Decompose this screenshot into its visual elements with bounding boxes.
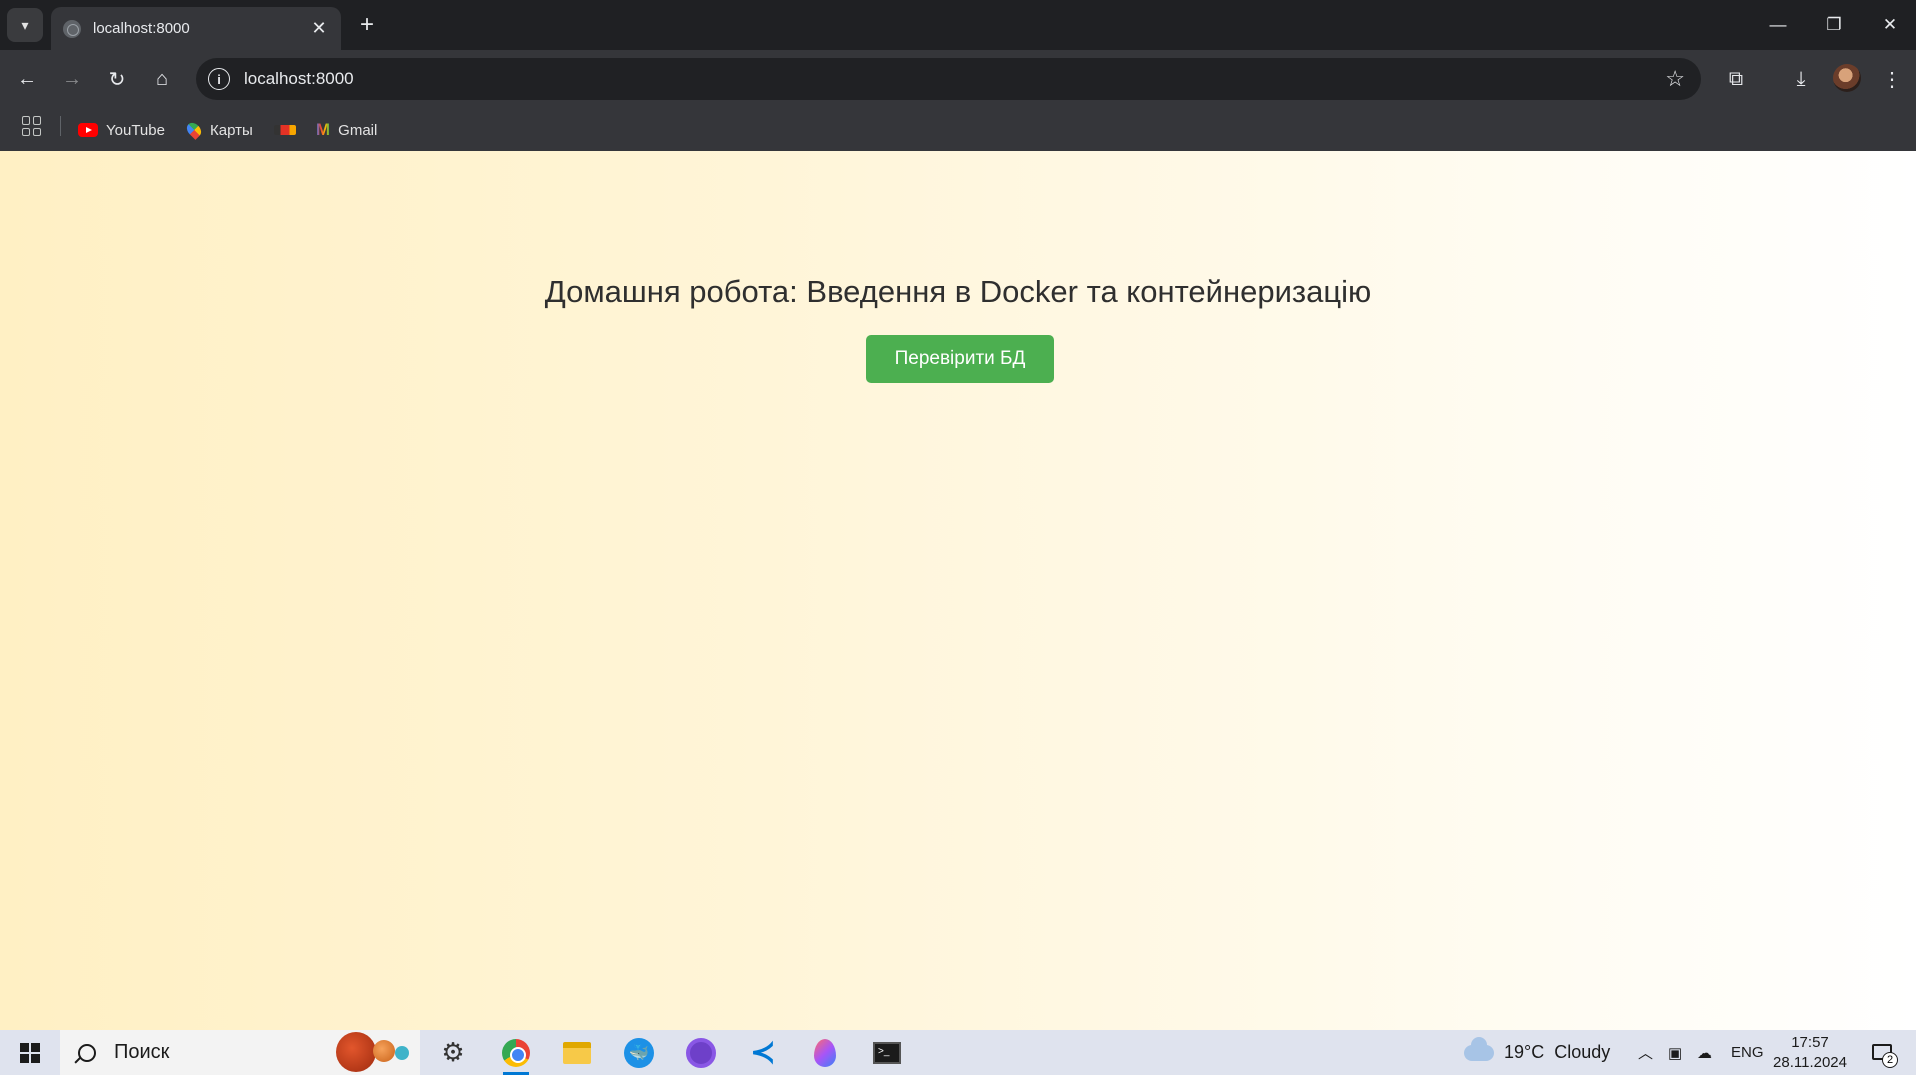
restore-button[interactable]: ❐ [1806, 0, 1862, 50]
tab-close-icon[interactable]: ✕ [309, 18, 329, 39]
back-arrow-icon[interactable]: ← [10, 62, 44, 96]
file-explorer-icon [563, 1041, 591, 1064]
download-icon[interactable]: ⤓ [1784, 62, 1818, 96]
settings-icon: ⚙ [441, 1037, 465, 1067]
bookmark-label: Карты [210, 121, 253, 139]
globe-icon [63, 19, 81, 38]
profile-avatar[interactable] [1833, 64, 1861, 92]
vscode-icon: ≺ [750, 1036, 776, 1069]
bookmark-separator [60, 116, 61, 136]
tab-title: localhost:8000 [93, 20, 190, 37]
cloud-icon [1464, 1036, 1494, 1061]
search-highlight-image-moon [395, 1046, 409, 1060]
drop-app-icon [814, 1038, 836, 1067]
minimize-button[interactable]: — [1750, 0, 1806, 50]
bookmark-maps[interactable]: Карты [184, 118, 253, 142]
tab-search-button[interactable]: ▾ [7, 8, 43, 42]
address-url[interactable]: localhost:8000 [244, 69, 1665, 89]
taskbar-chrome[interactable] [491, 1034, 541, 1075]
browser-toolbar: ← → ↻ ⌂ i localhost:8000 ☆ ⧉ ⤓ ⋮ [0, 50, 1916, 108]
taskbar-github-desktop[interactable] [676, 1034, 726, 1071]
onedrive-cloud-icon[interactable]: ☁ [1697, 1030, 1712, 1075]
taskbar: Поиск ⚙ 🐳 ≺ >_ 19°C Cloudy ︿ ▣ ☁ ENG 17:… [0, 1030, 1916, 1075]
youtube-icon [78, 123, 98, 137]
extensions-icon[interactable]: ⧉ [1719, 62, 1753, 96]
new-tab-button[interactable]: + [352, 10, 382, 40]
taskbar-drop-app[interactable] [800, 1034, 850, 1071]
weather-temp: 19°C [1504, 1042, 1545, 1062]
taskbar-terminal[interactable]: >_ [862, 1034, 912, 1071]
search-highlight-image [336, 1032, 376, 1072]
search-placeholder: Поиск [114, 1041, 170, 1063]
taskbar-vscode[interactable]: ≺ [738, 1034, 788, 1071]
search-icon [78, 1043, 96, 1062]
chevron-down-icon: ▾ [21, 16, 29, 33]
language-indicator[interactable]: ENG [1731, 1030, 1764, 1075]
window-close-button[interactable]: ✕ [1862, 0, 1916, 50]
taskbar-clock[interactable]: 17:57 28.11.2024 [1770, 1033, 1850, 1073]
address-bar[interactable]: i localhost:8000 ☆ [196, 58, 1701, 100]
bookmarks-bar: YouTube Карты M Gmail [0, 108, 1916, 151]
gmail-icon: M [316, 120, 331, 139]
search-highlight-image-planet [373, 1040, 395, 1062]
menu-kebab-icon[interactable]: ⋮ [1875, 62, 1909, 96]
bookmark-aliexpress[interactable] [274, 118, 296, 142]
tab-active[interactable]: localhost:8000 ✕ [51, 7, 341, 50]
bookmark-gmail[interactable]: M Gmail [316, 118, 377, 142]
check-db-button[interactable]: Перевірити БД [866, 335, 1054, 383]
tray-overflow-chevron-icon[interactable]: ︿ [1638, 1030, 1653, 1075]
tab-strip: ▾ localhost:8000 ✕ + — ❐ ✕ [0, 0, 1916, 50]
windows-logo-icon [20, 1042, 40, 1063]
notification-count: 2 [1882, 1052, 1898, 1068]
taskbar-settings[interactable]: ⚙ [428, 1034, 478, 1071]
bookmark-youtube[interactable]: YouTube [78, 118, 165, 142]
clock-time: 17:57 [1791, 1034, 1829, 1051]
reload-icon[interactable]: ↻ [100, 62, 134, 96]
taskbar-file-explorer[interactable] [552, 1034, 602, 1071]
maps-pin-icon [184, 120, 204, 140]
chrome-icon [502, 1038, 530, 1067]
github-desktop-icon [686, 1037, 716, 1068]
weather-widget[interactable]: 19°C Cloudy [1464, 1030, 1610, 1075]
weather-condition: Cloudy [1554, 1042, 1611, 1062]
clock-date: 28.11.2024 [1773, 1054, 1847, 1071]
docker-icon: 🐳 [624, 1037, 654, 1068]
forward-arrow-icon[interactable]: → [55, 62, 89, 96]
apps-grid-icon[interactable] [22, 116, 42, 136]
bookmark-label: Gmail [338, 121, 378, 139]
taskbar-docker[interactable]: 🐳 [614, 1034, 664, 1071]
site-info-icon[interactable]: i [208, 68, 230, 90]
page-title: Домашня робота: Введення в Docker та кон… [544, 274, 1372, 309]
home-icon[interactable]: ⌂ [145, 62, 179, 96]
page-content: Домашня робота: Введення в Docker та кон… [0, 151, 1916, 1030]
notification-center-button[interactable]: 2 [1868, 1038, 1898, 1068]
bookmark-star-icon[interactable]: ☆ [1665, 66, 1685, 92]
bookmark-label: YouTube [106, 121, 165, 139]
terminal-icon: >_ [873, 1041, 901, 1064]
aliexpress-icon [274, 125, 296, 135]
start-button[interactable] [0, 1030, 60, 1075]
meet-now-icon[interactable]: ▣ [1668, 1030, 1682, 1075]
